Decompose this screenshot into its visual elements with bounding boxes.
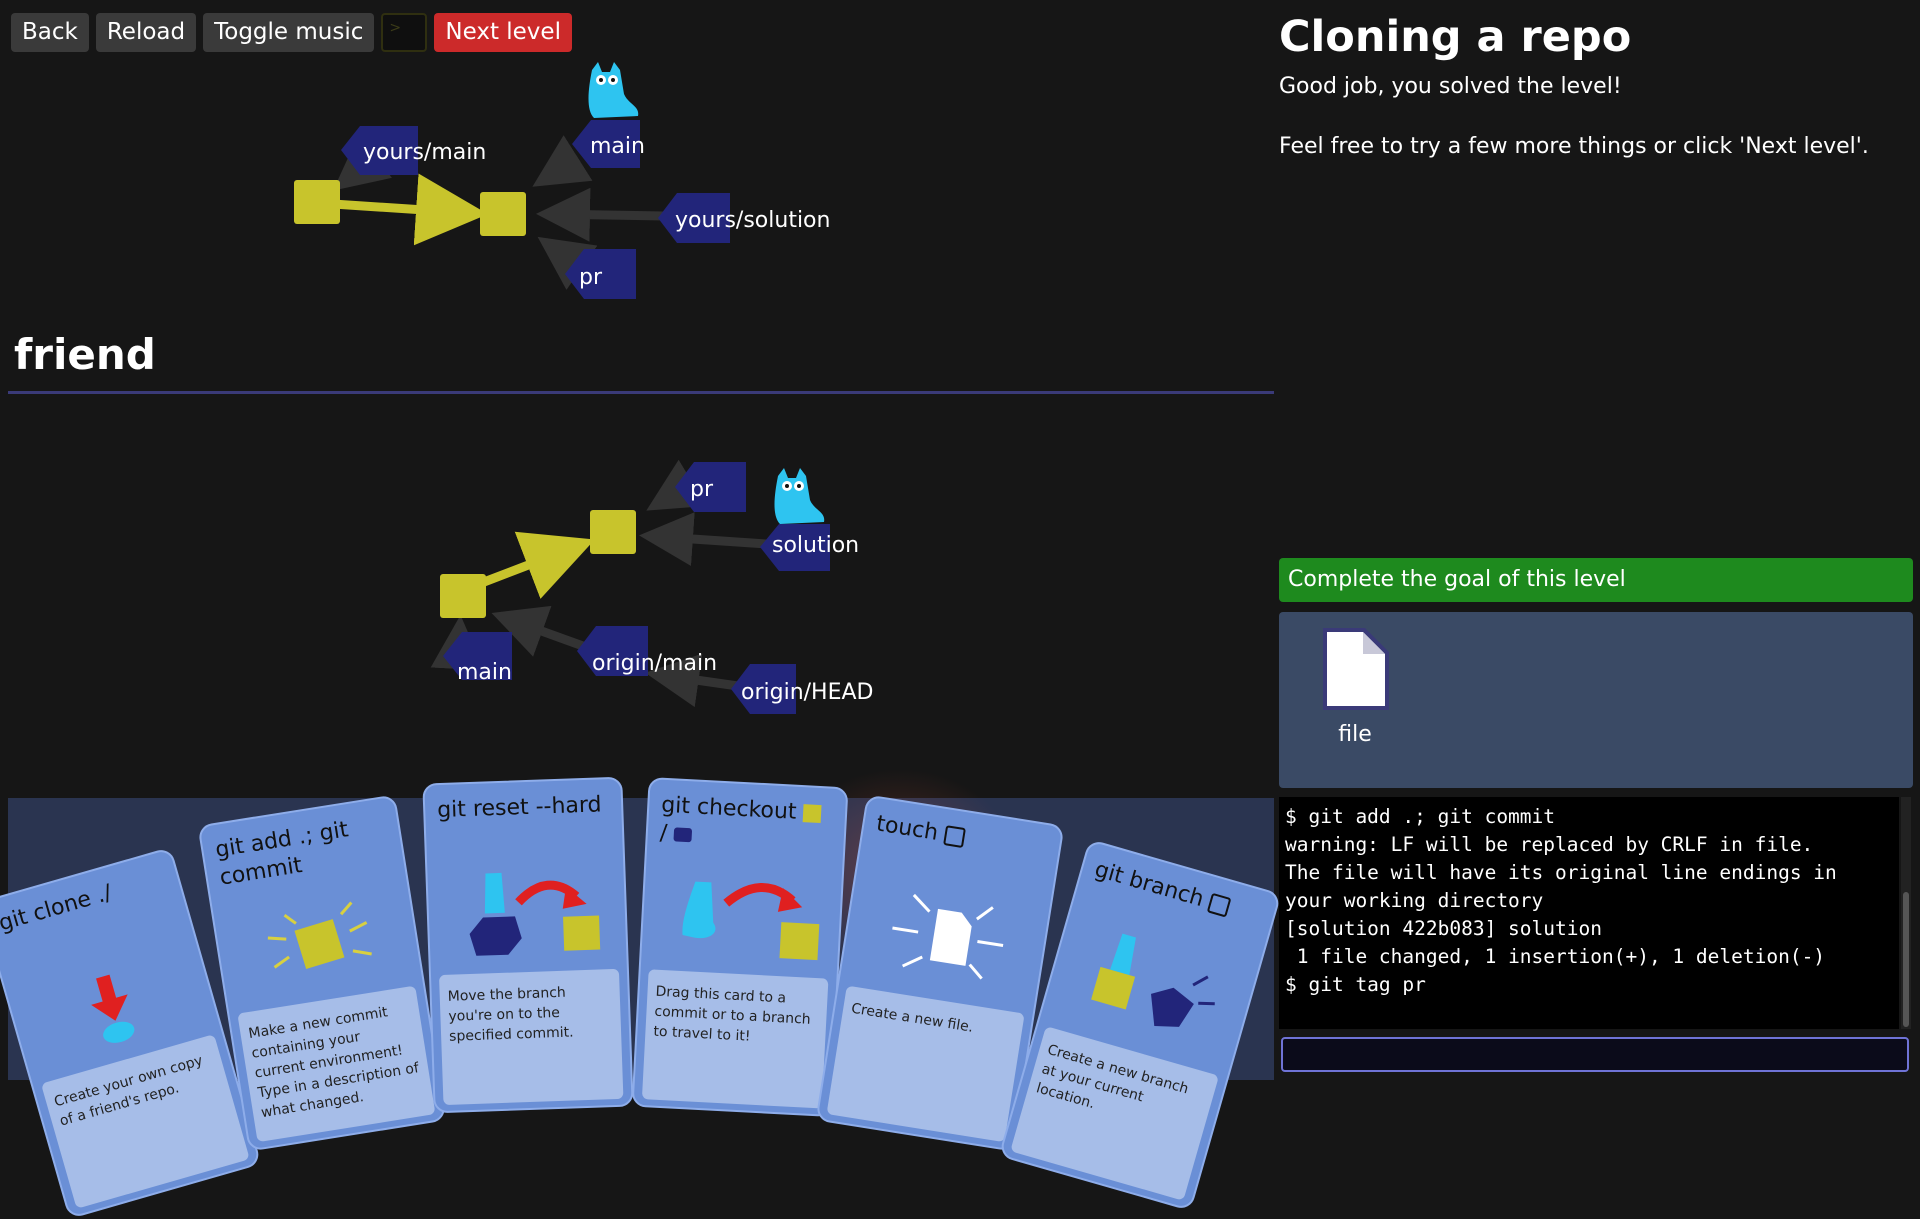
- file-icon: [1323, 628, 1389, 710]
- new-file-icon: [892, 893, 1004, 980]
- ref-label-pr: pr: [579, 265, 603, 290]
- ref-label-solution: solution: [772, 533, 860, 558]
- card-title-text: touch: [874, 811, 940, 846]
- friend-graph: [430, 459, 830, 714]
- edge-solution: [639, 512, 767, 566]
- ref-label-origin-head: origin/HEAD: [741, 680, 874, 705]
- card-description: Drag this card to a commit or to a branc…: [641, 969, 829, 1109]
- clone-icon: [91, 974, 135, 1043]
- checkout-icon: [682, 881, 820, 961]
- commit-node[interactable]: [480, 192, 526, 236]
- commit-node[interactable]: [294, 180, 340, 224]
- scrollbar-thumb[interactable]: [1903, 892, 1909, 1027]
- ref-label-yours-solution: yours/solution: [675, 208, 831, 233]
- edge-main: [532, 135, 593, 187]
- yours-graph: [294, 62, 730, 299]
- commit-node[interactable]: [440, 574, 486, 618]
- edge-yours-solution: [536, 187, 665, 242]
- text-input-icon: [943, 825, 967, 849]
- card-title-separator: /: [659, 820, 668, 847]
- ref-label-origin-main: origin/main: [592, 651, 718, 676]
- card-title: git reset --hard: [436, 792, 602, 824]
- card-title-text: git checkout: [660, 792, 798, 825]
- ref-label-yours-main: yours/main: [363, 140, 487, 165]
- terminal-line: [solution 422b083] solution: [1285, 917, 1602, 940]
- reset-branch-icon: [469, 872, 601, 956]
- files-panel: file: [1279, 612, 1913, 788]
- terminal-scrollbar[interactable]: [1901, 797, 1911, 1029]
- terminal-line: $ git add .; git commit: [1285, 805, 1556, 828]
- file-item[interactable]: file: [1317, 626, 1393, 747]
- commit-node[interactable]: [590, 510, 636, 554]
- card-git-checkout[interactable]: git checkout / Drag this card to a commi…: [631, 776, 849, 1118]
- card-description: Make a new commit containing your curren…: [237, 985, 436, 1143]
- card-git-reset-hard[interactable]: git reset --hard Move the branch you're …: [422, 776, 634, 1114]
- file-name: file: [1338, 722, 1372, 747]
- edge-origin-main: [491, 605, 596, 657]
- command-input[interactable]: [1281, 1037, 1909, 1072]
- ref-label-pr: pr: [690, 477, 714, 502]
- goal-bar[interactable]: Complete the goal of this level: [1279, 558, 1913, 602]
- friend-repo-title: friend: [14, 330, 156, 379]
- edge-parent: [482, 531, 595, 599]
- level-hint: Feel free to try a few more things or cl…: [1279, 134, 1869, 159]
- card-title: touch: [874, 810, 1050, 865]
- card-description: Move the branch you're on to the specifi…: [438, 968, 624, 1106]
- level-description: Good job, you solved the level!: [1279, 74, 1622, 99]
- card-description: Create your own copy of a friend's repo.: [40, 1034, 250, 1209]
- terminal-line: The file will have its original line end…: [1285, 861, 1849, 912]
- terminal-line: warning: LF will be replaced by CRLF in …: [1285, 833, 1814, 856]
- level-title: Cloning a repo: [1279, 12, 1632, 62]
- ref-label-main: main: [590, 134, 645, 159]
- branch-tag-icon: [673, 827, 693, 843]
- card-description: Create a new file.: [826, 985, 1025, 1143]
- terminal-line: $ git tag pr: [1285, 973, 1426, 996]
- ref-label-main: main: [457, 660, 512, 685]
- edge-parent: [317, 173, 488, 246]
- commit-sparkle-icon: [267, 901, 372, 970]
- head-mascot-icon: [774, 468, 825, 524]
- card-title: git checkout /: [659, 792, 836, 857]
- head-mascot-icon: [588, 62, 639, 118]
- edge-pr: [537, 236, 598, 290]
- section-divider: [8, 391, 1274, 394]
- terminal-output: $ git add .; git commit warning: LF will …: [1279, 797, 1899, 1029]
- commit-icon: [802, 804, 822, 824]
- text-input-icon: [1206, 892, 1232, 918]
- card-title: git add .; git commit: [213, 817, 351, 891]
- terminal-line: 1 file changed, 1 insertion(+), 1 deleti…: [1285, 945, 1826, 968]
